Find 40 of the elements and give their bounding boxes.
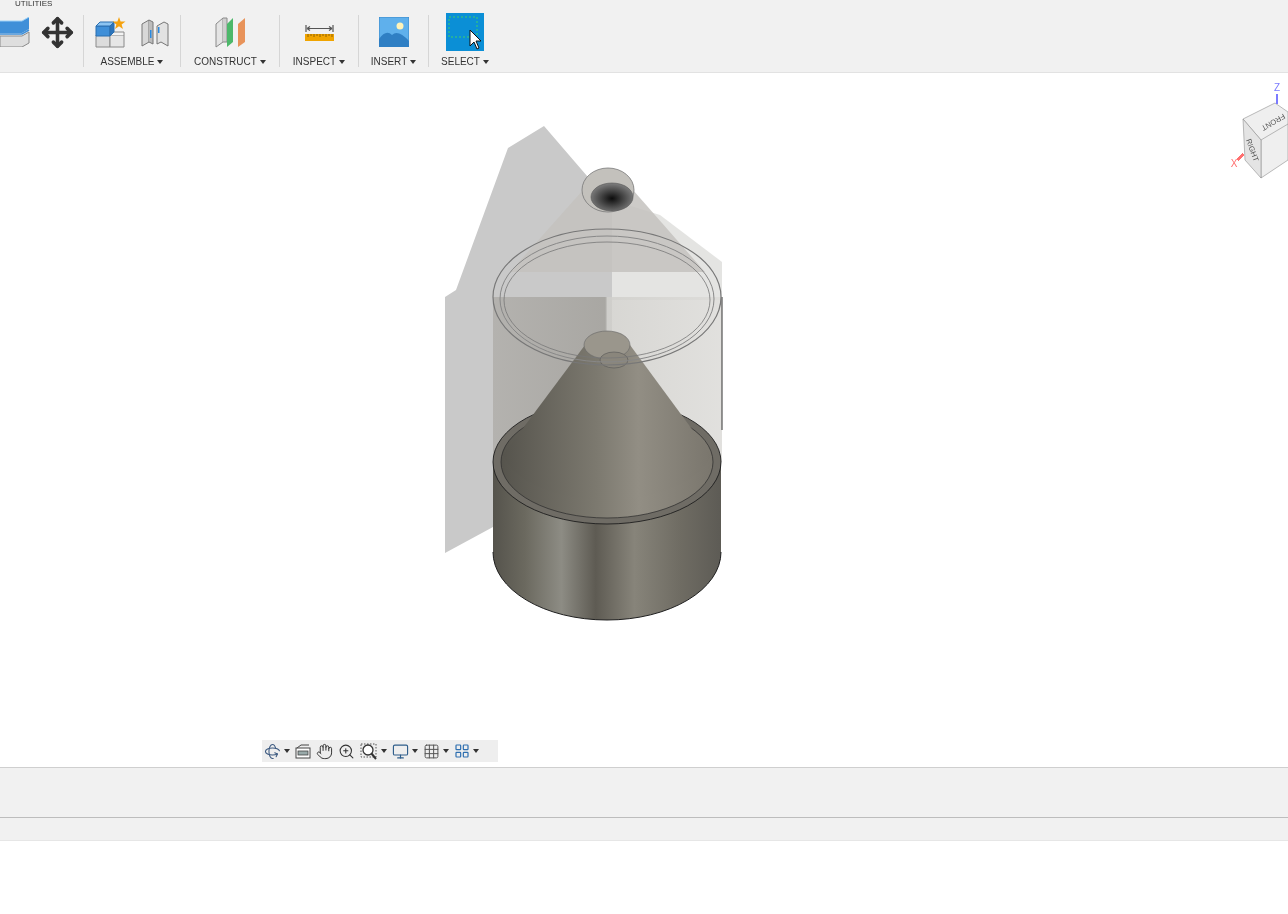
caret-icon [410, 60, 417, 64]
caret-icon [443, 749, 449, 753]
cubes-star-icon[interactable] [94, 16, 126, 48]
caret-icon [259, 60, 266, 64]
hand-icon[interactable] [316, 742, 333, 760]
ruler-icon[interactable] [304, 23, 334, 41]
view-cube[interactable] [1242, 102, 1288, 179]
stacked-boxes-icon[interactable] [0, 17, 30, 47]
toolbar-menu-button[interactable]: SELECT [441, 56, 489, 68]
orbit-button[interactable] [264, 742, 290, 760]
caret-icon [381, 749, 387, 753]
image-icon[interactable] [378, 17, 409, 47]
caret-icon [473, 749, 479, 753]
toolbar-menu-button[interactable]: INSERT [370, 56, 417, 68]
framed-box-icon [295, 743, 311, 759]
zoom-window-icon [360, 742, 378, 760]
plates-icon[interactable] [139, 17, 170, 48]
caret-icon [157, 60, 164, 64]
tab[interactable]: UTILITIES [15, 0, 53, 8]
zoom-window-button[interactable] [360, 742, 387, 760]
monitor-icon [392, 742, 409, 760]
toolbar-menu-button[interactable]: INSPECT [292, 56, 346, 68]
move-icon[interactable] [41, 15, 74, 49]
caret-icon [412, 749, 418, 753]
orbit-icon [264, 742, 281, 760]
select-icon[interactable] [446, 13, 484, 51]
viewports-button[interactable] [454, 743, 479, 759]
caret-icon [482, 60, 489, 64]
display-button[interactable] [392, 742, 418, 760]
grid-button[interactable] [423, 742, 449, 760]
zoom-icon[interactable] [338, 742, 355, 760]
caret-icon [284, 749, 290, 753]
caret-icon [339, 60, 346, 64]
toolbar-menu-button[interactable]: CONSTRUCT [194, 56, 266, 68]
toolbar-menu-button[interactable]: ASSEMBLE [100, 56, 164, 68]
axis-label: Z [1273, 82, 1281, 93]
axis-label: X [1230, 158, 1238, 169]
look-at-button[interactable] [295, 743, 311, 759]
layout-grid-icon [454, 743, 470, 759]
grid-icon [423, 742, 440, 760]
